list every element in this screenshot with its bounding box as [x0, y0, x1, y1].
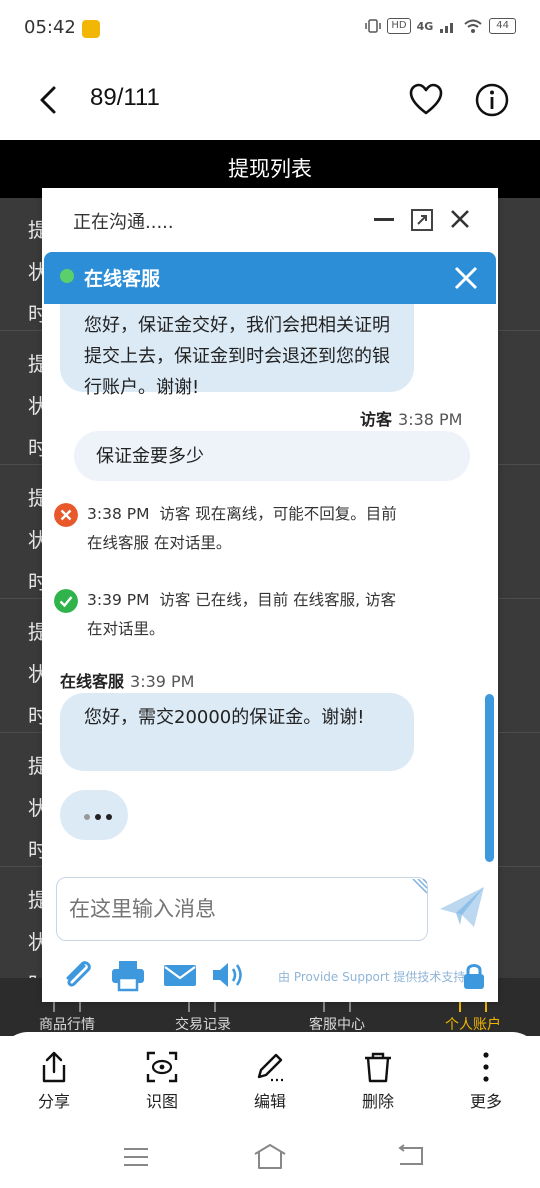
- vibrate-icon: [365, 19, 382, 33]
- online-status-dot: [60, 269, 74, 283]
- typing-dot: [106, 814, 112, 820]
- recognize-image-button[interactable]: 识图: [122, 1050, 202, 1112]
- paperclip-icon[interactable]: [60, 958, 96, 992]
- speaker-icon[interactable]: [210, 958, 246, 992]
- title-bar: 89/111: [0, 58, 540, 140]
- chat-header-title: 在线客服: [84, 268, 161, 290]
- menu-icon[interactable]: [122, 1146, 150, 1168]
- delete-label: 删除: [361, 1092, 394, 1111]
- expand-icon[interactable]: [410, 208, 434, 232]
- sender-name: 在线客服: [60, 672, 125, 691]
- edit-pen-icon: [257, 1053, 284, 1082]
- offline-error-icon: [54, 503, 78, 527]
- share-button[interactable]: 分享: [14, 1050, 94, 1112]
- battery-indicator: 44: [489, 18, 516, 34]
- network-type: 4G: [416, 19, 434, 33]
- system-text: 在线客服 在对话里。: [87, 534, 232, 552]
- chat-footer: 由 Provide Support 提供技术支持: [42, 954, 498, 998]
- online-check-icon: [54, 589, 78, 613]
- image-counter: 89/111: [90, 84, 160, 111]
- typing-dot: [84, 814, 90, 820]
- visitor-message: 保证金要多少: [74, 431, 470, 481]
- app-notification-icon: [82, 20, 100, 38]
- status-indicators: HD 4G 44: [365, 18, 516, 34]
- chat-status-text: 正在沟通.....: [73, 212, 174, 233]
- status-time: 05:42: [24, 17, 76, 38]
- system-text: 访客 现在离线，可能不回复。目前: [159, 505, 397, 523]
- send-icon[interactable]: [438, 885, 486, 929]
- tab-market[interactable]: 商品行情: [2, 1014, 132, 1034]
- trash-icon: [365, 1052, 391, 1083]
- chat-header: 在线客服: [44, 252, 496, 304]
- agent-message: 您好，需交20000的保证金。谢谢!: [60, 693, 414, 771]
- typing-indicator: [60, 790, 128, 840]
- tab-service-center[interactable]: 客服中心: [272, 1014, 402, 1034]
- tab-personal-account[interactable]: 个人账户: [408, 1014, 538, 1034]
- message-input[interactable]: [56, 877, 428, 941]
- minimize-icon[interactable]: [373, 208, 395, 230]
- home-icon[interactable]: [252, 1142, 288, 1170]
- status-bar: 05:42 HD 4G 44: [0, 0, 540, 58]
- tab-trade-records[interactable]: 交易记录: [138, 1014, 268, 1034]
- edit-label: 编辑: [253, 1092, 286, 1111]
- message-time: 3:38 PM: [398, 410, 463, 429]
- printer-icon[interactable]: [110, 958, 146, 992]
- message-text: 您好，保证金交好，我们会把相关证明提交上去，保证金到时会退还到您的银行账户。谢谢…: [84, 315, 390, 398]
- typing-dot: [95, 814, 101, 820]
- system-text: 在对话里。: [87, 620, 165, 638]
- wifi-icon: [464, 19, 482, 33]
- system-nav-bar: [0, 1130, 540, 1188]
- recognize-label: 识图: [145, 1092, 178, 1111]
- message-time: 3:39 PM: [130, 672, 195, 691]
- edit-button[interactable]: 编辑: [230, 1050, 310, 1112]
- more-button[interactable]: 更多: [446, 1050, 526, 1112]
- live-chat-window: 正在沟通..... 在线客服 您好，保证金交好，我们会把相关证明提交上去，保证金…: [42, 188, 498, 1002]
- system-message: 3:39 PM 访客 已在线，目前 在线客服, 访客 在对话里。: [87, 586, 396, 644]
- back-arrow-icon[interactable]: [34, 82, 64, 118]
- share-label: 分享: [37, 1092, 70, 1111]
- chat-scrollbar[interactable]: [485, 694, 494, 862]
- message-list: 您好，保证金交好，我们会把相关证明提交上去，保证金到时会退还到您的银行账户。谢谢…: [42, 304, 498, 870]
- email-icon[interactable]: [162, 958, 198, 992]
- favorite-heart-icon[interactable]: [408, 82, 444, 118]
- agent-message: 您好，保证金交好，我们会把相关证明提交上去，保证金到时会退还到您的银行账户。谢谢…: [60, 304, 414, 398]
- hd-badge: HD: [387, 18, 411, 34]
- system-time: 3:38 PM: [87, 505, 150, 523]
- system-time: 3:39 PM: [87, 591, 150, 609]
- resize-corner-icon: [412, 879, 427, 894]
- lock-icon: [464, 964, 484, 989]
- agent-sender-line: 在线客服 3:39 PM: [60, 668, 194, 692]
- more-label: 更多: [469, 1092, 502, 1111]
- message-text: 您好，需交20000的保证金。谢谢!: [84, 707, 365, 728]
- scan-icon: [146, 1051, 178, 1083]
- powered-by-text[interactable]: 由 Provide Support 提供技术支持: [278, 968, 465, 985]
- info-icon[interactable]: [474, 82, 510, 118]
- close-icon[interactable]: [449, 208, 471, 230]
- delete-button[interactable]: 删除: [338, 1050, 418, 1112]
- sender-name: 访客: [360, 410, 393, 429]
- system-text: 访客 已在线，目前 在线客服, 访客: [159, 591, 397, 609]
- message-text: 保证金要多少: [96, 446, 204, 467]
- share-icon: [42, 1051, 66, 1083]
- more-vertical-icon: [483, 1052, 489, 1082]
- chat-close-icon[interactable]: [452, 264, 480, 292]
- visitor-sender-line: 访客 3:38 PM: [360, 406, 462, 430]
- chat-topbar: 正在沟通.....: [42, 188, 498, 250]
- system-message: 3:38 PM 访客 现在离线，可能不回复。目前 在线客服 在对话里。: [87, 500, 397, 558]
- signal-icon: [440, 23, 454, 33]
- back-nav-icon[interactable]: [396, 1144, 426, 1168]
